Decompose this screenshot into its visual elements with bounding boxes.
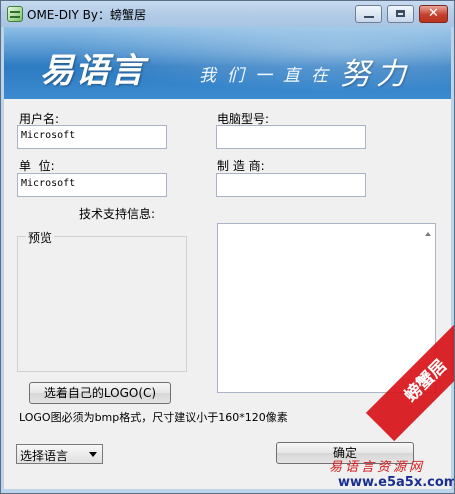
language-select-value: 选择语言: [20, 449, 69, 463]
title-bar[interactable]: OME-DIY By：螃蟹居 ✕: [1, 1, 454, 27]
app-icon: [7, 6, 23, 22]
support-info-textarea[interactable]: [217, 223, 436, 393]
logo-format-hint: LOGO图必须为bmp格式，尺寸建议小于160*120像素: [19, 411, 288, 424]
banner-slogan-emphasis: 努力: [340, 57, 412, 92]
preview-label: 预览: [26, 229, 55, 246]
unit-label: 单 位:: [19, 159, 55, 173]
close-icon: ✕: [428, 6, 439, 21]
window-title: OME-DIY By：螃蟹居: [27, 8, 146, 22]
maximize-icon: [396, 10, 405, 17]
language-select[interactable]: 选择语言: [16, 444, 103, 464]
manufacturer-label: 制 造 商:: [217, 159, 265, 173]
chevron-down-icon: [89, 452, 97, 457]
computer-model-input[interactable]: [216, 125, 366, 149]
unit-input[interactable]: Microsoft: [17, 173, 167, 197]
header-banner: 易语言 我们一直在 努力: [4, 27, 451, 99]
watermark-site-name: 易语言资源网: [329, 460, 426, 475]
select-logo-button[interactable]: 选着自己的LOGO(C): [29, 382, 171, 404]
minimize-button[interactable]: [355, 5, 382, 23]
close-button[interactable]: ✕: [419, 5, 448, 23]
minimize-icon: [364, 16, 374, 18]
banner-slogan: 我们一直在: [199, 66, 339, 86]
banner-logo-text: 易语言: [40, 51, 145, 91]
scroll-up-arrow-icon[interactable]: [425, 232, 431, 236]
app-window: OME-DIY By：螃蟹居 ✕ 易语言 我们一直在 努力 用户名: Micro…: [0, 0, 455, 494]
watermark-url: www.e5a5x.com: [338, 475, 455, 490]
username-input[interactable]: Microsoft: [17, 125, 167, 149]
maximize-button[interactable]: [387, 5, 414, 23]
support-info-label: 技术支持信息:: [79, 207, 156, 221]
preview-groupbox: 预览: [17, 229, 187, 372]
manufacturer-input[interactable]: [216, 173, 366, 197]
